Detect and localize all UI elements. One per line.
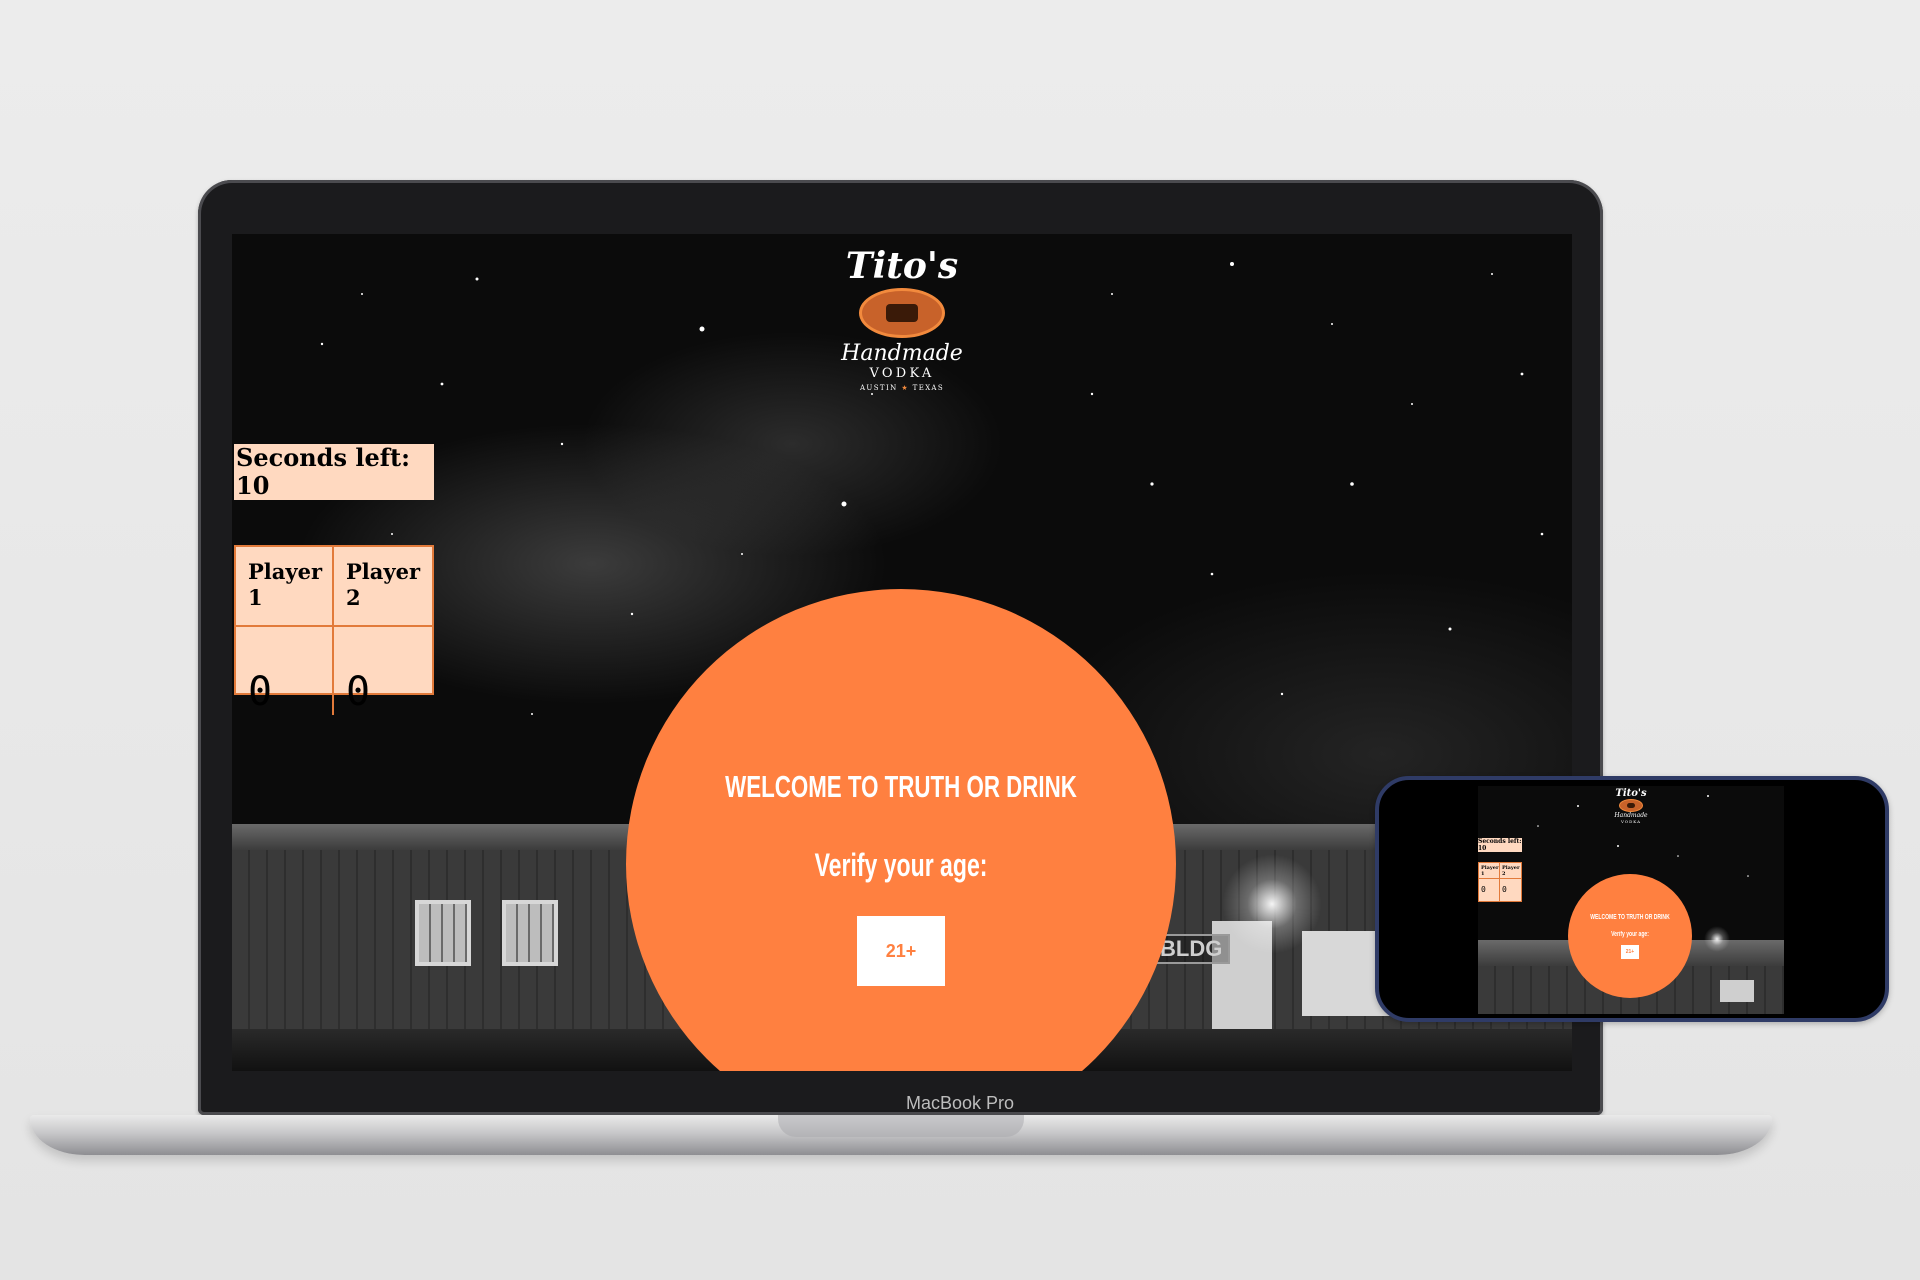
laptop-screen: BLDG Tito's Handmade VODKA AUSTIN ★ TEXA… [232, 234, 1572, 1071]
phone-timer-value: 10 [1478, 845, 1487, 852]
verify-age-prompt: Verify your age: [814, 847, 988, 883]
timer-label: Seconds left: [236, 443, 410, 472]
logo-emblem-icon [859, 288, 945, 338]
phone-welcome-modal: WELCOME TO TRUTH OR DRINK Verify your ag… [1568, 874, 1692, 998]
phone-logo-brand-name: Tito's [1615, 788, 1647, 799]
player-1-column: Player 1 0 [236, 547, 334, 715]
laptop-notch [778, 1115, 1024, 1137]
building-window [415, 900, 471, 966]
logo-location: AUSTIN ★ TEXAS [859, 384, 945, 392]
phone-screen: Tito's Handmade VODKA Seconds left: 10 P… [1478, 786, 1784, 1014]
welcome-title: WELCOME TO TRUTH OR DRINK [725, 769, 1077, 804]
phone-titos-logo: Tito's Handmade VODKA [1606, 788, 1656, 824]
phone-player-2-column: Player 2 0 [1500, 863, 1521, 901]
phone-logo-product: VODKA [1620, 819, 1642, 824]
phone-timer-label: Seconds left: [1478, 838, 1522, 845]
timer-value: 10 [236, 471, 270, 500]
player-1-name: Player 1 [236, 547, 332, 627]
age-21-plus-button[interactable]: 21+ [857, 916, 945, 986]
porch-light [1222, 854, 1322, 954]
phone-logo-emblem-icon [1619, 799, 1643, 812]
phone-porch-light [1704, 926, 1730, 952]
player-2-name: Player 2 [334, 547, 432, 627]
phone-player-2-score: 0 [1502, 885, 1507, 894]
logo-subtitle: Handmade [841, 341, 963, 366]
player-1-score: 0 [248, 669, 273, 715]
countdown-timer: Seconds left: 10 [234, 444, 434, 500]
player-2-column: Player 2 0 [334, 547, 432, 715]
star-icon: ★ [901, 384, 910, 392]
laptop-model-label: MacBook Pro [905, 1093, 1015, 1113]
phone-welcome-title: WELCOME TO TRUTH OR DRINK [1590, 914, 1670, 921]
phone-countdown-timer: Seconds left: 10 [1478, 838, 1522, 852]
phone-player-1-name: Player 1 [1479, 865, 1499, 879]
logo-product: VODKA [869, 366, 935, 381]
building-window [502, 900, 558, 966]
phone-verify-age-prompt: Verify your age: [1611, 931, 1649, 938]
player-2-score: 0 [346, 669, 371, 715]
phone-scoreboard: Player 1 0 Player 2 0 [1478, 862, 1522, 902]
scoreboard: Player 1 0 Player 2 0 [234, 545, 434, 715]
logo-brand-name: Tito's [845, 245, 959, 287]
phone-logo-subtitle: Handmade [1614, 812, 1648, 819]
phone-player-2-name: Player 2 [1500, 865, 1521, 879]
phone-player-1-column: Player 1 0 [1479, 863, 1500, 901]
phone-lit-doorway [1720, 980, 1754, 1002]
titos-logo: Tito's Handmade VODKA AUSTIN ★ TEXAS [822, 246, 982, 394]
phone-player-1-score: 0 [1481, 885, 1486, 894]
phone-age-21-plus-button[interactable]: 21+ [1621, 945, 1639, 959]
